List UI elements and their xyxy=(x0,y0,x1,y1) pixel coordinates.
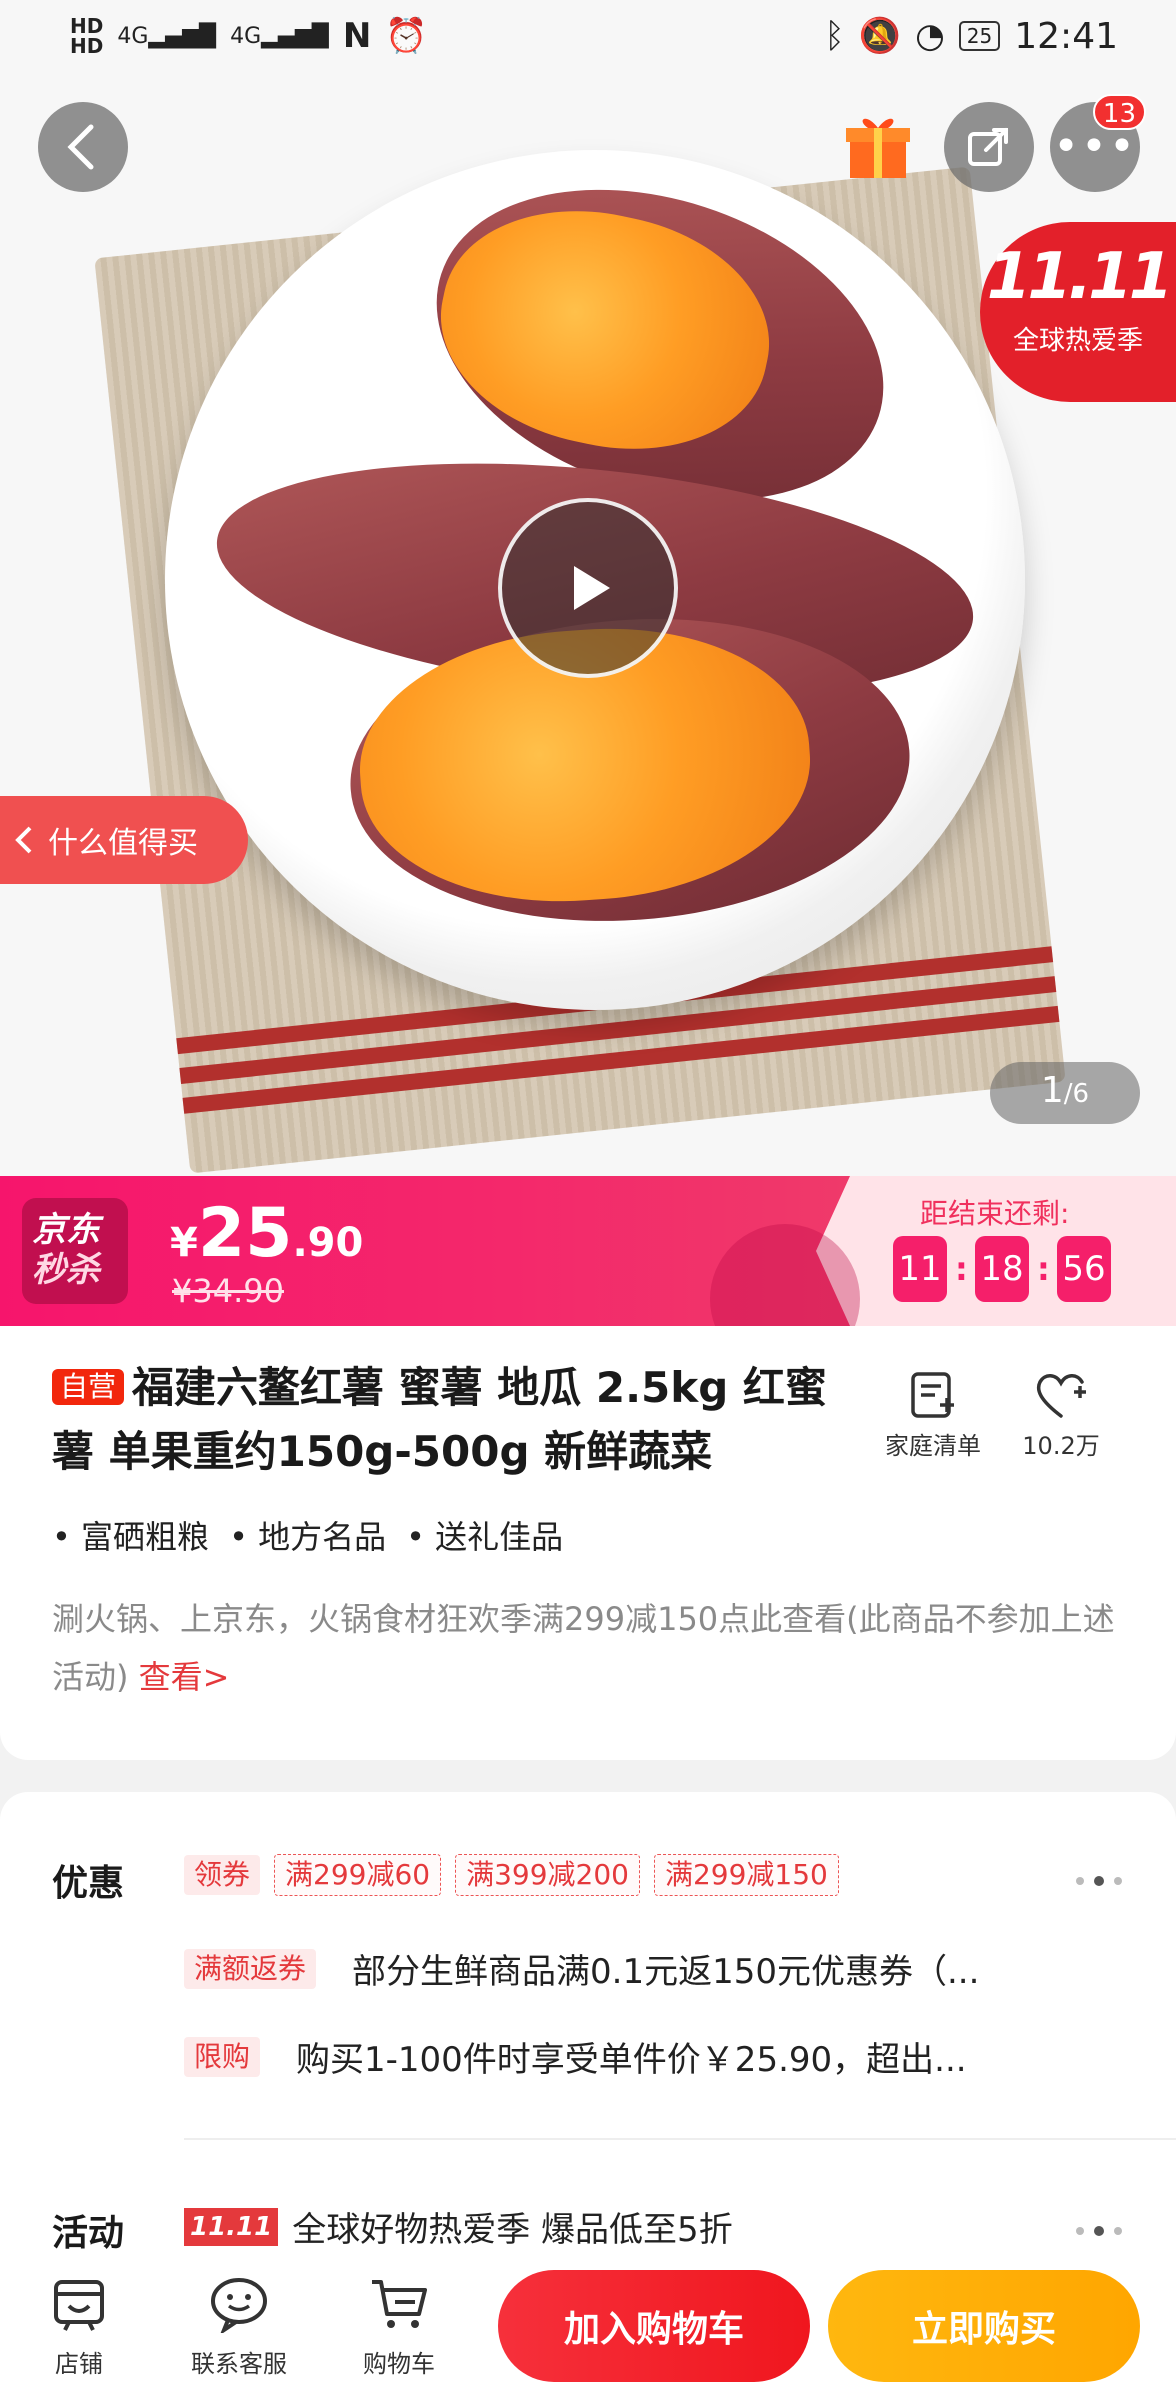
back-button[interactable] xyxy=(38,102,128,192)
clock: 12:41 xyxy=(1014,15,1118,57)
double-eleven-badge[interactable]: 11.11 全球热爱季 xyxy=(980,222,1176,402)
customer-service-button[interactable]: 联系客服 xyxy=(174,2272,304,2379)
share-icon xyxy=(968,128,1008,166)
coupon-row[interactable]: 领券 满299减60 满399减200 满299减150 xyxy=(184,1854,839,1896)
cart-icon xyxy=(372,2280,427,2328)
store-icon xyxy=(54,2280,104,2331)
feature-item: 地方名品 xyxy=(229,1512,386,1558)
cart-button[interactable]: 购物车 xyxy=(334,2272,464,2379)
chat-icon xyxy=(211,2278,267,2333)
countdown-seconds: 56 xyxy=(1057,1236,1111,1302)
double-eleven-logo: 11.11 xyxy=(184,2207,279,2246)
bottom-action-bar: 店铺 联系客服 购物车 加入购物车 立即购买 xyxy=(0,2250,1176,2400)
play-icon xyxy=(574,566,610,610)
original-price: ¥34.90 xyxy=(172,1272,284,1310)
bluetooth-icon: ᛒ xyxy=(824,16,845,56)
store-button[interactable]: 店铺 xyxy=(14,2272,144,2379)
jd-seckill-logo: 京东 秒杀 xyxy=(22,1198,128,1304)
more-dots-icon: ••• xyxy=(1053,121,1137,172)
coupon-tag: 领券 xyxy=(184,1855,261,1895)
coupon-item[interactable]: 满299减60 xyxy=(274,1854,442,1896)
seckill-banner: 京东 秒杀 ¥25.90 ¥34.90 距结束还剩: 11 : 18 : 56 xyxy=(0,1176,1176,1326)
signal-icon-1: 4G▂▄▆█ xyxy=(117,23,217,49)
heart-icon xyxy=(1036,1374,1086,1418)
speed-icon: ◔ xyxy=(915,16,945,56)
feature-item: 富硒粗粮 xyxy=(52,1512,209,1558)
cashback-text: 部分生鲜商品满0.1元返150元优惠券（... xyxy=(352,1952,980,1992)
feature-item: 送礼佳品 xyxy=(406,1512,563,1558)
product-title: 自营 福建六鳌红薯 蜜薯 地瓜 2.5kg 红蜜薯 单果重约150g-500g 新… xyxy=(52,1363,827,1476)
seckill-price: ¥25.90 xyxy=(170,1194,364,1273)
gift-icon xyxy=(846,118,910,178)
nfc-icon: N xyxy=(342,16,372,56)
coupon-item[interactable]: 满299减150 xyxy=(653,1854,839,1896)
promotion-notice: 涮火锅、上京东，火锅食材狂欢季满299减150点此查看(此商品不参加上述活动) … xyxy=(52,1600,1115,1696)
buy-now-button[interactable]: 立即购买 xyxy=(828,2270,1140,2382)
limit-text: 购买1-100件时享受单件价￥25.90，超出... xyxy=(296,2040,967,2080)
countdown-minutes: 18 xyxy=(975,1236,1029,1302)
countdown-label: 距结束还剩: xyxy=(920,1197,1070,1230)
activity-text: 全球好物热爱季 爆品低至5折 xyxy=(292,2210,733,2250)
favorite-button[interactable]: 10.2万 xyxy=(996,1366,1126,1461)
self-operated-tag: 自营 xyxy=(52,1369,125,1405)
list-add-icon xyxy=(911,1372,954,1418)
gift-button[interactable] xyxy=(842,110,914,182)
family-list-button[interactable]: 家庭清单 xyxy=(868,1366,998,1461)
purchase-limit-row[interactable]: 限购 购买1-100件时享受单件价￥25.90，超出... xyxy=(184,2032,967,2081)
view-link[interactable]: 查看> xyxy=(139,1658,230,1696)
signal-icon-2: 4G▂▄▆█ xyxy=(230,23,329,49)
countdown-hours: 11 xyxy=(893,1236,947,1302)
worth-buying-tab[interactable]: 什么值得买 xyxy=(0,796,248,884)
chevron-left-icon xyxy=(15,826,32,854)
cashback-row[interactable]: 满额返券 部分生鲜商品满0.1元返150元优惠券（... xyxy=(184,1944,979,1993)
battery-icon: 25 xyxy=(958,21,1001,51)
share-button[interactable] xyxy=(944,102,1034,192)
activity-title: 活动 xyxy=(52,2213,125,2254)
offers-title: 优惠 xyxy=(52,1863,125,1904)
message-count-badge: 13 xyxy=(1092,94,1146,130)
alarm-icon: ⏰ xyxy=(385,16,428,56)
coupon-item[interactable]: 满399减200 xyxy=(455,1854,640,1896)
add-to-cart-button[interactable]: 加入购物车 xyxy=(498,2270,810,2382)
status-bar: HD HD 4G▂▄▆█ 4G▂▄▆█ N ⏰ ᛒ 🔕 ◔ 25 12:41 xyxy=(0,0,1176,72)
countdown-timer: 11 : 18 : 56 xyxy=(893,1236,1111,1302)
cashback-tag: 满额返券 xyxy=(184,1948,317,1989)
feature-list: 富硒粗粮 地方名品 送礼佳品 xyxy=(52,1512,563,1558)
activity-more-icon[interactable] xyxy=(1076,2226,1122,2236)
product-detail-page: HD HD 4G▂▄▆█ 4G▂▄▆█ N ⏰ ᛒ 🔕 ◔ 25 12:41 •… xyxy=(0,0,1176,2400)
mute-icon: 🔕 xyxy=(858,16,902,56)
offers-more-icon[interactable] xyxy=(1076,1876,1122,1886)
activity-row[interactable]: 11.11 全球好物热爱季 爆品低至5折 xyxy=(184,2202,733,2251)
more-button[interactable]: ••• 13 xyxy=(1050,94,1146,192)
chevron-left-icon xyxy=(67,124,94,170)
divider xyxy=(184,2138,1176,2140)
hd-indicator: HD HD xyxy=(70,14,104,58)
product-gallery[interactable]: HD HD 4G▂▄▆█ 4G▂▄▆█ N ⏰ ᛒ 🔕 ◔ 25 12:41 •… xyxy=(0,0,1176,1177)
play-video-button[interactable] xyxy=(498,498,678,678)
gallery-pager: 1/6 xyxy=(990,1062,1140,1124)
limit-tag: 限购 xyxy=(184,2036,261,2077)
product-info-card: 自营 福建六鳌红薯 蜜薯 地瓜 2.5kg 红蜜薯 单果重约150g-500g 新… xyxy=(0,1326,1176,1760)
